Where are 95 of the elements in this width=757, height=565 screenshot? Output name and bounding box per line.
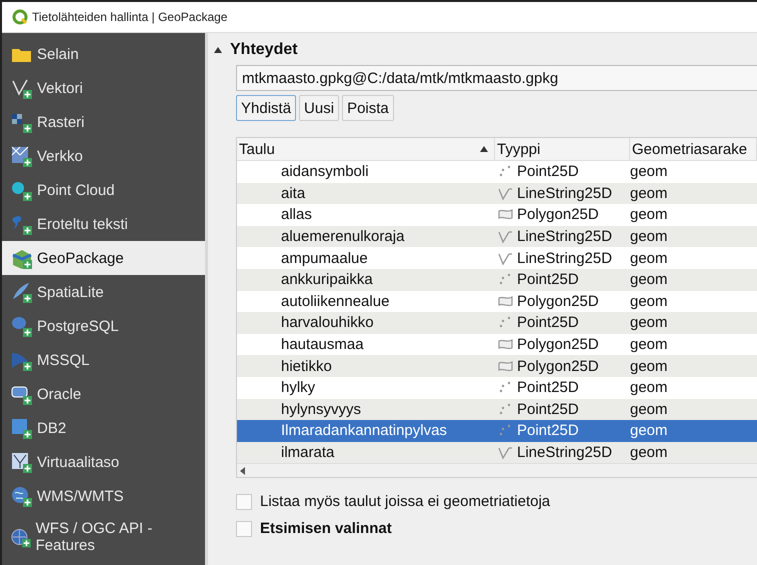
checkbox[interactable] xyxy=(236,494,252,510)
table-cell-text: ampumaalue xyxy=(280,248,369,269)
source-icon xyxy=(10,484,33,508)
polygon-geometry-icon xyxy=(497,294,514,309)
table-cell: LineString25D xyxy=(517,444,612,462)
sidebar-item[interactable]: Eroteltu teksti xyxy=(2,207,205,241)
sidebar-item[interactable]: WFS / OGC API - Features xyxy=(2,513,205,561)
source-icon xyxy=(10,314,33,338)
table-row[interactable]: harvalouhikko Point25D geom xyxy=(237,312,757,334)
sidebar-item[interactable]: Verkko xyxy=(2,139,205,173)
table-cell-text: geom xyxy=(630,356,669,377)
action-button[interactable]: Poista xyxy=(342,95,394,121)
table-cell: LineString25D xyxy=(517,250,612,267)
polygon-geometry-icon xyxy=(497,358,514,374)
source-icon xyxy=(10,416,33,440)
table-row[interactable]: ankkuripaikka Point25D geom xyxy=(237,268,757,291)
table-cell-text: hylynsyvyys xyxy=(280,400,362,420)
window-title: Tietolähteiden hallinta | GeoPackage xyxy=(32,10,228,24)
table-row[interactable]: aluemerenulkoraja LineString25D geom xyxy=(237,226,757,248)
action-button[interactable]: Uusi xyxy=(299,95,340,121)
sort-icon xyxy=(480,146,488,152)
sidebar-item[interactable]: PostgreSQL xyxy=(2,309,205,343)
table-row[interactable]: autoliikennealue Polygon25D geom xyxy=(237,290,757,312)
column-header[interactable]: Taulu xyxy=(237,138,495,160)
table-row[interactable]: Ilmaradankannatinpylvas Point25D geom xyxy=(237,420,757,442)
sidebar-item[interactable]: Oracle xyxy=(2,377,205,411)
table-cell: Point25D xyxy=(517,271,579,288)
line-geometry-icon xyxy=(497,229,514,244)
section-title: Yhteydet xyxy=(230,41,298,59)
sidebar-item[interactable]: Vektori xyxy=(2,71,205,105)
collapse-icon[interactable] xyxy=(214,47,222,53)
checkbox-label: Listaa myös taulut joissa ei geometriatietoja xyxy=(260,493,550,510)
table-cell-text: geom xyxy=(630,421,669,442)
table-cell: LineString25D xyxy=(517,228,612,246)
table-row[interactable]: hylynsyvyys Point25D geom xyxy=(237,398,757,420)
table-cell-text: aita xyxy=(280,184,306,204)
sidebar-item[interactable]: SpatiaLite xyxy=(2,275,205,309)
source-icon xyxy=(10,144,33,168)
sidebar-item[interactable]: Point Cloud xyxy=(2,173,205,207)
table-cell-text: ilmarata xyxy=(280,443,336,464)
group-title: Etsimisen valinnat xyxy=(260,520,392,538)
table-row[interactable]: aita LineString25D geom xyxy=(237,182,757,204)
table-cell-text: hietikko xyxy=(280,356,333,377)
source-icon xyxy=(10,450,33,474)
table-cell: LineString25D xyxy=(517,184,612,202)
table-cell: Polygon25D xyxy=(517,358,599,375)
table-row[interactable]: ilmarata LineString25D geom xyxy=(237,442,757,464)
table-cell: Polygon25D xyxy=(517,336,599,354)
line-geometry-icon xyxy=(497,445,514,460)
table-cell: Point25D xyxy=(517,379,579,396)
line-geometry-icon xyxy=(497,250,514,266)
table-cell-text: allas xyxy=(280,205,313,226)
table-cell-text: autoliikennealue xyxy=(280,292,390,312)
table-cell-text: hylky xyxy=(280,378,316,398)
action-button[interactable]: Yhdistä xyxy=(236,95,296,121)
sidebar-item[interactable]: WMS/WMTS xyxy=(2,479,205,513)
table-cell-text: geom xyxy=(630,400,669,420)
app-logo-icon xyxy=(12,9,28,25)
sidebar-item[interactable]: DB2 xyxy=(2,411,205,445)
table-cell-text: geom xyxy=(630,184,669,204)
sidebar-item[interactable]: Rasteri xyxy=(2,105,205,139)
table-cell: Point25D xyxy=(517,400,579,418)
table-cell-text: harvalouhikko xyxy=(280,313,375,334)
column-header[interactable]: Geometriasarake xyxy=(630,138,757,160)
sidebar-item[interactable]: MSSQL xyxy=(2,343,205,377)
table-cell-text: geom xyxy=(630,443,669,464)
line-geometry-icon xyxy=(497,186,514,201)
source-icon xyxy=(10,280,33,304)
table-cell-text: hautausmaa xyxy=(280,335,365,356)
sidebar-item[interactable]: Selain xyxy=(2,37,205,71)
checkbox[interactable] xyxy=(236,520,252,537)
table-cell-text: Ilmaradankannatinpylvas xyxy=(280,421,448,442)
table-cell-text: geom xyxy=(630,292,669,312)
table-cell-text: ankkuripaikka xyxy=(280,270,374,290)
table-cell-text: geom xyxy=(630,378,669,398)
horizontal-scrollbar[interactable] xyxy=(237,463,757,478)
connection-dropdown[interactable]: mtkmaasto.gpkg@C:/data/mtk/mtkmaasto.gpkg xyxy=(236,65,757,91)
table-cell-text: geom xyxy=(630,227,669,248)
table-cell-text: geom xyxy=(630,162,669,182)
sidebar-item[interactable]: GeoPackage xyxy=(2,241,205,275)
table-cell-text: geom xyxy=(630,270,669,290)
column-header[interactable]: Tyyppi xyxy=(495,138,630,160)
table-cell-text: aluemerenulkoraja xyxy=(280,227,406,248)
table-cell-text: aidansymboli xyxy=(280,162,370,182)
sidebar-item[interactable]: Virtuaalitaso xyxy=(2,445,205,479)
table-cell-text: geom xyxy=(630,205,669,226)
table-cell-text: geom xyxy=(630,313,669,334)
table-cell: Polygon25D xyxy=(517,292,599,310)
table-cell: Point25D xyxy=(517,422,579,440)
table-cell: Point25D xyxy=(517,314,579,332)
table-row[interactable]: hietikko Polygon25D geom xyxy=(237,355,757,377)
table-cell: Point25D xyxy=(517,163,579,180)
table-cell: Polygon25D xyxy=(517,206,599,224)
table-cell-text: geom xyxy=(630,335,669,356)
table-cell-text: geom xyxy=(630,248,669,269)
